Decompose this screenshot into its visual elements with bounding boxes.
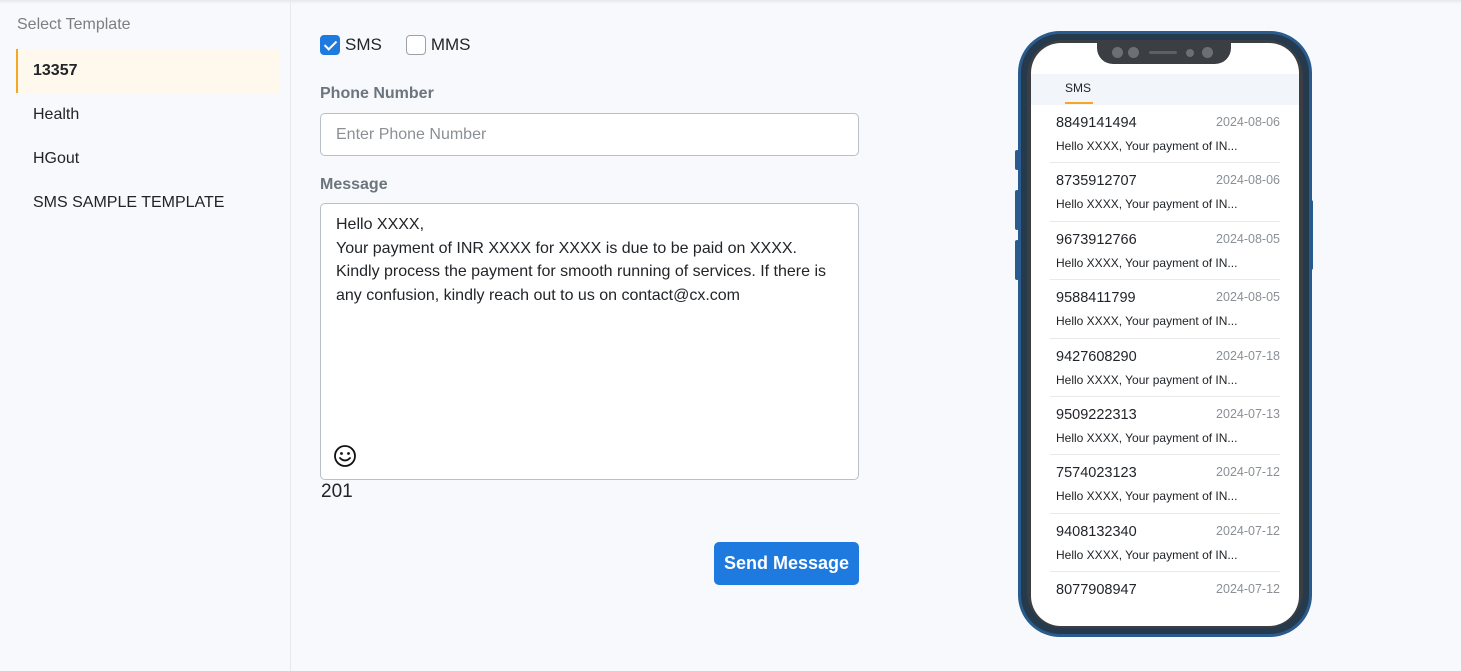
list-item[interactable]: 9408132340 2024-07-12 Hello XXXX, Your p… bbox=[1050, 514, 1280, 573]
message-date: 2024-07-18 bbox=[1216, 348, 1280, 363]
message-preview: Hello XXXX, Your payment of IN... bbox=[1056, 197, 1238, 212]
sensor-dot bbox=[1186, 49, 1194, 57]
list-item[interactable]: 9588411799 2024-08-05 Hello XXXX, Your p… bbox=[1050, 280, 1280, 339]
sidebar-heading: Select Template bbox=[17, 16, 131, 33]
message-text[interactable]: Hello XXXX, Your payment of INR XXXX for… bbox=[336, 213, 846, 307]
top-shadow bbox=[0, 0, 1461, 4]
phone-volume-down-button bbox=[1015, 240, 1019, 280]
mms-checkbox-label[interactable]: MMS bbox=[431, 35, 471, 55]
message-preview: Hello XXXX, Your payment of IN... bbox=[1056, 255, 1238, 270]
message-preview: Hello XXXX, Your payment of IN... bbox=[1056, 372, 1238, 387]
message-date: 2024-07-13 bbox=[1216, 406, 1280, 421]
send-message-button[interactable]: Send Message bbox=[714, 542, 859, 585]
tab-sms[interactable]: SMS bbox=[1065, 81, 1091, 95]
message-date: 2024-07-12 bbox=[1216, 465, 1280, 480]
camera-dot bbox=[1202, 47, 1213, 58]
smiley-face-icon[interactable] bbox=[333, 444, 357, 468]
message-date: 2024-07-12 bbox=[1216, 582, 1280, 597]
sensor-dot bbox=[1128, 47, 1139, 58]
message-label: Message bbox=[320, 176, 388, 193]
list-item[interactable]: 9673912766 2024-08-05 Hello XXXX, Your p… bbox=[1050, 222, 1280, 281]
phone-side-button bbox=[1015, 150, 1019, 170]
phone-volume-up-button bbox=[1015, 190, 1019, 230]
message-date: 2024-07-12 bbox=[1216, 523, 1280, 538]
character-count: 201 bbox=[321, 481, 353, 502]
message-phone-number: 9588411799 bbox=[1056, 290, 1136, 307]
message-preview: Hello XXXX, Your payment of IN... bbox=[1056, 139, 1238, 153]
message-phone-number: 8077908947 bbox=[1056, 582, 1137, 599]
message-phone-number: 9427608290 bbox=[1056, 348, 1137, 365]
message-preview: Hello XXXX, Your payment of IN... bbox=[1056, 547, 1238, 562]
template-item-sms-sample[interactable]: SMS SAMPLE TEMPLATE bbox=[16, 181, 280, 225]
list-item[interactable]: 7574023123 2024-07-12 Hello XXXX, Your p… bbox=[1050, 455, 1280, 514]
message-phone-number: 8849141494 bbox=[1056, 115, 1137, 131]
list-item[interactable]: 9509222313 2024-07-13 Hello XXXX, Your p… bbox=[1050, 397, 1280, 456]
template-item-health[interactable]: Health bbox=[16, 93, 280, 137]
sms-checkbox[interactable] bbox=[320, 35, 340, 55]
message-phone-number: 9673912766 bbox=[1056, 231, 1137, 248]
camera-dot bbox=[1112, 47, 1123, 58]
list-item[interactable]: 8077908947 2024-07-12 bbox=[1050, 572, 1280, 626]
template-item-13357[interactable]: 13357 bbox=[16, 49, 280, 93]
sent-message-list: 8849141494 2024-08-06 Hello XXXX, Your p… bbox=[1031, 105, 1299, 626]
message-textarea[interactable]: Hello XXXX, Your payment of INR XXXX for… bbox=[320, 203, 859, 480]
message-phone-number: 7574023123 bbox=[1056, 465, 1137, 482]
message-date: 2024-08-05 bbox=[1216, 290, 1280, 305]
list-item[interactable]: 8849141494 2024-08-06 Hello XXXX, Your p… bbox=[1050, 105, 1280, 164]
sms-checkbox-label[interactable]: SMS bbox=[345, 35, 382, 55]
tab-sms-underline bbox=[1065, 102, 1093, 104]
message-preview: Hello XXXX, Your payment of IN... bbox=[1056, 489, 1238, 504]
phone-number-label: Phone Number bbox=[320, 85, 434, 102]
message-preview: Hello XXXX, Your payment of IN... bbox=[1056, 314, 1238, 329]
message-date: 2024-08-05 bbox=[1216, 231, 1280, 246]
message-phone-number: 9408132340 bbox=[1056, 523, 1137, 540]
list-item[interactable]: 8735912707 2024-08-06 Hello XXXX, Your p… bbox=[1050, 163, 1280, 222]
speaker-bar bbox=[1149, 51, 1177, 54]
template-sidebar: Select Template 13357 Health HGout SMS S… bbox=[0, 0, 291, 671]
message-phone-number: 8735912707 bbox=[1056, 173, 1137, 190]
channel-selector: SMS MMS bbox=[320, 35, 471, 55]
mms-checkbox[interactable] bbox=[405, 35, 426, 55]
preview-tab-bar: SMS bbox=[1031, 74, 1299, 105]
message-phone-number: 9509222313 bbox=[1056, 406, 1137, 423]
list-item[interactable]: 9427608290 2024-07-18 Hello XXXX, Your p… bbox=[1050, 339, 1280, 397]
message-date: 2024-08-06 bbox=[1216, 115, 1280, 129]
template-item-hgout[interactable]: HGout bbox=[16, 137, 280, 181]
phone-power-button bbox=[1309, 200, 1313, 270]
message-preview: Hello XXXX, Your payment of IN... bbox=[1056, 430, 1238, 445]
phone-number-input[interactable] bbox=[320, 113, 859, 156]
phone-notch bbox=[1097, 40, 1231, 64]
template-list: 13357 Health HGout SMS SAMPLE TEMPLATE bbox=[16, 49, 280, 225]
phone-screen: SMS 8849141494 2024-08-06 Hello XXXX, Yo… bbox=[1031, 43, 1299, 626]
message-date: 2024-08-06 bbox=[1216, 173, 1280, 188]
